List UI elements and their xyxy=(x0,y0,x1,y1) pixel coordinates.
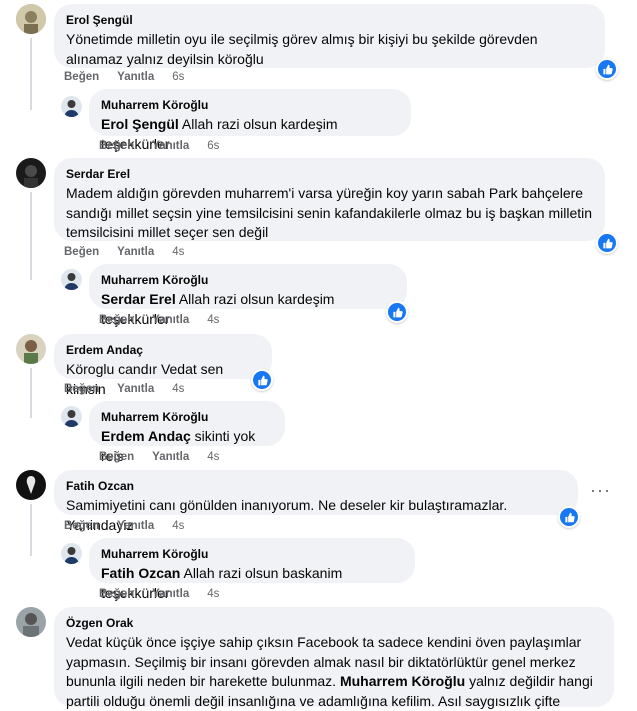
timestamp[interactable]: 4s xyxy=(207,451,219,463)
like-link[interactable]: Beğen xyxy=(99,588,134,600)
thread-connector xyxy=(30,368,32,418)
like-link[interactable]: Beğen xyxy=(99,140,134,152)
avatar[interactable] xyxy=(16,334,46,364)
comment-text: Vedat küçük önce işçiye sahip çıksın Fac… xyxy=(66,633,602,711)
reply-link[interactable]: Yanıtla xyxy=(117,71,154,83)
comment-author[interactable]: Serdar Erel xyxy=(66,166,593,182)
reply-author[interactable]: Muharrem Köroğlu xyxy=(101,409,273,425)
reply-link[interactable]: Yanıtla xyxy=(117,520,154,532)
mention-link[interactable]: Erdem Andaç xyxy=(101,428,191,444)
like-reaction-icon[interactable] xyxy=(558,506,580,528)
avatar[interactable] xyxy=(16,470,46,500)
avatar-image xyxy=(16,607,46,637)
thread-connector xyxy=(30,192,32,280)
reply-bubble: Muharrem Köroğlu Erdem Andaç sikinti yok… xyxy=(89,401,285,464)
reply-link[interactable]: Yanıtla xyxy=(117,383,154,395)
comment-actions: Beğen Yanıtla 4s xyxy=(64,246,184,258)
avatar-image xyxy=(16,4,46,34)
like-link[interactable]: Beğen xyxy=(64,520,99,532)
like-reaction-icon[interactable] xyxy=(251,369,273,391)
avatar[interactable] xyxy=(61,406,82,427)
avatar-image xyxy=(61,96,82,117)
comment-actions: Beğen Yanıtla 4s xyxy=(64,383,184,395)
comment-author[interactable]: Özgen Orak xyxy=(66,615,602,631)
avatar-image xyxy=(16,158,46,188)
like-link[interactable]: Beğen xyxy=(99,451,134,463)
timestamp[interactable]: 6s xyxy=(207,140,219,152)
mention-link[interactable]: Serdar Erel xyxy=(101,291,176,307)
comment-text: Madem aldığın görevden muharrem'i varsa … xyxy=(66,185,593,240)
reply-bubble: Muharrem Köroğlu Erol Şengül Allah razi … xyxy=(89,89,411,152)
avatar-image xyxy=(16,334,46,364)
avatar[interactable] xyxy=(16,158,46,188)
reply-bubble: Muharrem Köroğlu Serdar Erel Allah razi … xyxy=(89,264,407,327)
mention-link[interactable]: Erol Şengül xyxy=(101,116,179,132)
comment-author[interactable]: Erdem Andaç xyxy=(66,342,260,358)
reply-author[interactable]: Muharrem Köroğlu xyxy=(101,97,399,113)
reply-actions: Beğen Yanıtla 4s xyxy=(99,588,219,600)
like-link[interactable]: Beğen xyxy=(99,314,134,326)
avatar-image xyxy=(16,470,46,500)
like-link[interactable]: Beğen xyxy=(64,246,99,258)
comment-bubble: Erol Şengül Yönetimde milletin oyu ile s… xyxy=(54,4,605,68)
mention-link[interactable]: Muharrem Köroğlu xyxy=(340,673,465,689)
avatar[interactable] xyxy=(61,543,82,564)
reply-author[interactable]: Muharrem Köroğlu xyxy=(101,546,403,562)
reply-bubble: Muharrem Köroğlu Fatih Ozcan Allah razi … xyxy=(89,538,415,601)
like-reaction-icon[interactable] xyxy=(596,58,618,80)
timestamp[interactable]: 4s xyxy=(207,314,219,326)
comment-author[interactable]: Fatih Ozcan xyxy=(66,478,566,494)
comment-actions: Beğen Yanıtla 4s xyxy=(64,520,184,532)
like-link[interactable]: Beğen xyxy=(64,383,99,395)
comment-author[interactable]: Erol Şengül xyxy=(66,12,593,28)
timestamp[interactable]: 4s xyxy=(207,588,219,600)
reply-link[interactable]: Yanıtla xyxy=(152,314,189,326)
more-options-icon[interactable]: ··· xyxy=(590,481,611,499)
reply-actions: Beğen Yanıtla 4s xyxy=(99,314,219,326)
like-reaction-icon[interactable] xyxy=(386,301,408,323)
timestamp[interactable]: 4s xyxy=(172,383,184,395)
mention-link[interactable]: Fatih Ozcan xyxy=(101,565,180,581)
comment-bubble: Özgen Orak Vedat küçük önce işçiye sahip… xyxy=(54,607,614,709)
avatar[interactable] xyxy=(61,96,82,117)
reply-link[interactable]: Yanıtla xyxy=(152,140,189,152)
avatar[interactable] xyxy=(16,607,46,637)
avatar-image xyxy=(61,406,82,427)
avatar-image xyxy=(61,269,82,290)
comment-bubble: Fatih Ozcan Samimiyetini canı gönülden i… xyxy=(54,470,578,533)
like-link[interactable]: Beğen xyxy=(64,71,99,83)
comment-text: Yönetimde milletin oyu ile seçilmiş göre… xyxy=(66,31,538,67)
timestamp[interactable]: 4s xyxy=(172,246,184,258)
reply-actions: Beğen Yanıtla 6s xyxy=(99,140,219,152)
thread-connector xyxy=(30,38,32,110)
avatar-image xyxy=(61,543,82,564)
like-reaction-icon[interactable] xyxy=(596,232,618,254)
reply-link[interactable]: Yanıtla xyxy=(152,588,189,600)
thread-connector xyxy=(30,504,32,556)
reply-link[interactable]: Yanıtla xyxy=(152,451,189,463)
avatar[interactable] xyxy=(61,269,82,290)
comment-bubble: Erdem Andaç Köroglu candır Vedat sen kim… xyxy=(54,334,272,397)
comment-actions: Beğen Yanıtla 6s xyxy=(64,71,184,83)
reply-author[interactable]: Muharrem Köroğlu xyxy=(101,272,395,288)
comment-bubble: Serdar Erel Madem aldığın görevden muhar… xyxy=(54,158,605,241)
reply-link[interactable]: Yanıtla xyxy=(117,246,154,258)
avatar[interactable] xyxy=(16,4,46,34)
timestamp[interactable]: 4s xyxy=(172,520,184,532)
reply-actions: Beğen Yanıtla 4s xyxy=(99,451,219,463)
timestamp[interactable]: 6s xyxy=(172,71,184,83)
